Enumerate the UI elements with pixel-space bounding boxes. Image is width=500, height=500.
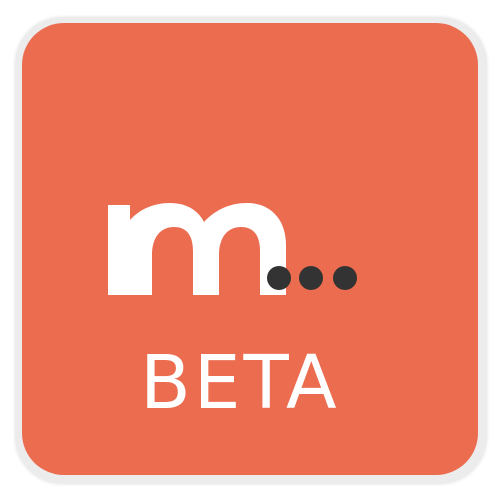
logo-dot-3: [333, 266, 357, 290]
logo-dots: [267, 266, 357, 290]
logo-dot-1: [267, 266, 291, 290]
beta-label: BETA: [140, 340, 340, 426]
logo-dot-2: [299, 266, 323, 290]
icon-stage: BETA: [0, 0, 500, 500]
